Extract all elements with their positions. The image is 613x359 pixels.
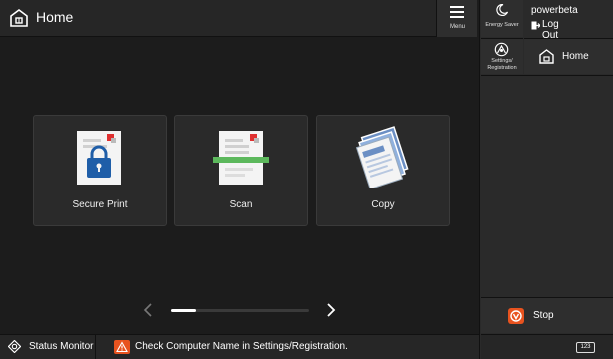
menu-label: Menu [449, 24, 465, 30]
menu-button[interactable]: Menu [436, 0, 477, 37]
page-title: Home [36, 9, 74, 25]
status-monitor-button[interactable]: Status Monitor [0, 334, 96, 359]
home-button-label: Home [562, 51, 589, 62]
user-name: powerbeta [531, 5, 578, 16]
warning-icon [114, 340, 130, 354]
copy-icon [355, 126, 409, 188]
hamburger-menu-icon [450, 6, 464, 18]
page-indicator-thumb [171, 309, 196, 312]
keyboard-button[interactable]: 123 [481, 334, 613, 359]
settings-label-line2: Registration [487, 64, 517, 71]
home-button[interactable]: Home [524, 38, 613, 74]
status-monitor-icon [8, 340, 21, 353]
logout-icon [531, 21, 540, 30]
secure-print-icon [77, 131, 121, 185]
stop-button[interactable]: Stop [481, 297, 613, 333]
stop-icon [508, 308, 524, 324]
chevron-right-icon[interactable] [326, 303, 336, 317]
keypad-icon: 123 [576, 342, 595, 353]
settings-registration-button[interactable]: Settings/ Registration [481, 38, 523, 74]
scan-label: Scan [229, 199, 253, 210]
settings-registration-label: Settings/ Registration [481, 58, 523, 71]
moon-icon [496, 4, 508, 16]
stop-label: Stop [533, 310, 554, 321]
right-panel-empty-area [481, 75, 613, 297]
status-message[interactable]: Check Computer Name in Settings/Registra… [135, 341, 348, 352]
status-monitor-label: Status Monitor [29, 341, 94, 352]
copy-tile[interactable]: Copy [316, 115, 450, 226]
scan-icon [213, 131, 269, 185]
settings-gear-icon [494, 42, 509, 57]
secure-print-label: Secure Print [72, 199, 128, 210]
home-icon [539, 49, 554, 64]
chevron-left-icon[interactable] [143, 303, 153, 317]
scan-tile[interactable]: Scan [174, 115, 308, 226]
energy-saver-label: Energy Saver [485, 22, 519, 28]
home-icon [10, 9, 28, 27]
copy-label: Copy [371, 199, 395, 210]
energy-saver-button[interactable]: Energy Saver [481, 0, 523, 37]
secure-print-tile[interactable]: Secure Print [33, 115, 167, 226]
